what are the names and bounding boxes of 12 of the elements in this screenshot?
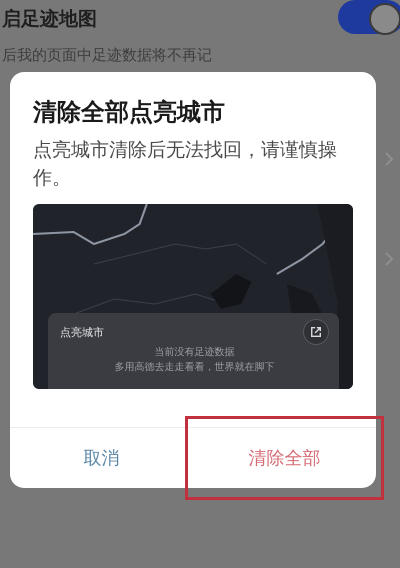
setting-description: 后我的页面中足迹数据将不再记: [2, 46, 212, 65]
clear-all-button[interactable]: 清除全部: [193, 428, 376, 488]
share-icon: [310, 326, 322, 338]
dialog-title: 清除全部点亮城市: [33, 97, 226, 128]
empty-state-text: 多用高德去走走看看，世界就在脚下: [114, 360, 274, 375]
cancel-button[interactable]: 取消: [10, 428, 193, 488]
share-button[interactable]: [303, 319, 329, 345]
card-title: 点亮城市: [60, 324, 104, 340]
setting-title: 启足迹地图: [2, 7, 98, 32]
dialog-message: 点亮城市清除后无法找回，请谨慎操作。: [33, 138, 338, 191]
empty-state-text: 当前没有足迹数据: [154, 346, 234, 360]
toggle-switch[interactable]: [338, 0, 400, 34]
